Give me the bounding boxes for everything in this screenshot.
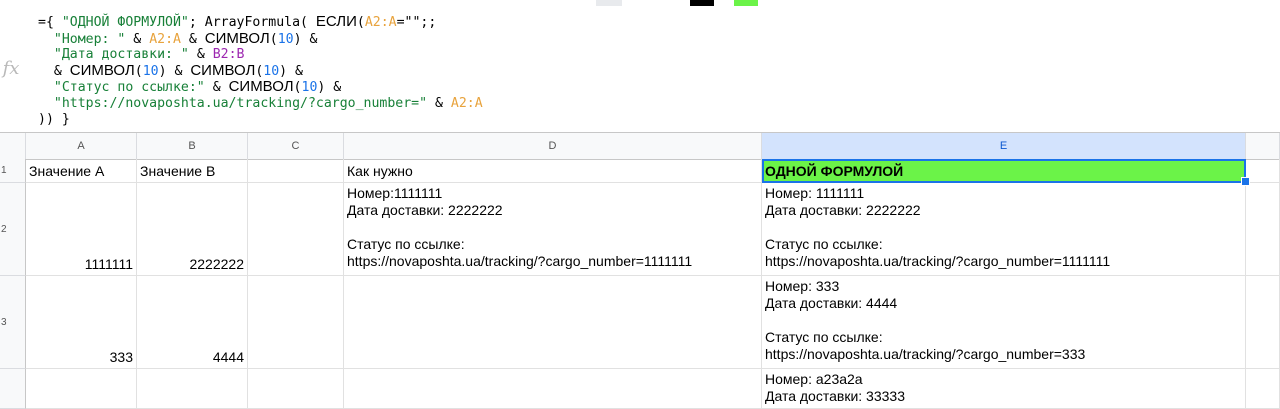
formula-token: & xyxy=(180,31,205,47)
cell-c1[interactable] xyxy=(248,159,344,183)
formula-token: ; ArrayFormula( xyxy=(188,15,316,30)
cell-b2[interactable]: 2222222 xyxy=(137,183,248,276)
row-header-1[interactable]: 1 xyxy=(0,159,26,183)
cell-text: Номер: a23a2a Дата доставки: 33333 xyxy=(765,371,905,404)
column-header-b[interactable]: B xyxy=(137,133,248,159)
formula-editor[interactable]: ={ "ОДНОЙ ФОРМУЛОЙ"; ArrayFormula( ЕСЛИ(… xyxy=(38,14,483,127)
cell-f1[interactable] xyxy=(1246,159,1280,183)
cell-text: 1111111 xyxy=(84,256,133,272)
cell-text: Значение A xyxy=(29,163,105,179)
formula-token: ( xyxy=(356,15,365,30)
formula-token: 10 xyxy=(263,63,280,79)
formula-token: ( xyxy=(134,63,143,79)
cell-text: Номер: 1111111 Дата доставки: 2222222 Ст… xyxy=(765,185,1111,269)
formula-token: & xyxy=(125,31,150,47)
column-header-c[interactable]: C xyxy=(248,133,344,159)
fill-handle[interactable] xyxy=(1241,177,1250,186)
cell-d3[interactable] xyxy=(344,276,762,369)
cell-text: Номер: 333 Дата доставки: 4444 Статус по… xyxy=(765,278,1086,362)
formula-token: СИМВОЛ xyxy=(190,61,256,79)
formula-token: A2:A xyxy=(149,31,181,47)
cell-text: 4444 xyxy=(212,349,244,365)
select-all-corner[interactable] xyxy=(0,133,26,159)
formula-token: ) & xyxy=(293,31,318,47)
formula-token xyxy=(38,32,54,47)
formula-token: ={ xyxy=(38,15,62,30)
cell-text: Как нужно xyxy=(347,163,413,179)
formula-token xyxy=(38,47,54,62)
cell-f3[interactable] xyxy=(1246,276,1280,369)
formula-token: )) } xyxy=(38,111,70,127)
cell-e3[interactable]: Номер: 333 Дата доставки: 4444 Статус по… xyxy=(762,276,1246,369)
cell-b3[interactable]: 4444 xyxy=(137,276,248,369)
formula-token: СИМВОЛ xyxy=(228,78,294,96)
formula-token: A2:A xyxy=(364,15,397,30)
formula-token xyxy=(38,80,54,95)
cell-dnext[interactable] xyxy=(344,369,762,409)
cell-enext[interactable]: Номер: a23a2a Дата доставки: 33333 xyxy=(762,369,1246,409)
formula-token: & xyxy=(38,63,70,79)
formula-token: A2:A xyxy=(450,95,483,111)
formula-token: ( xyxy=(269,31,278,47)
formula-token: 10 xyxy=(301,80,318,96)
formula-token: ) & xyxy=(279,63,303,79)
cell-c2[interactable] xyxy=(248,183,344,276)
formula-token: B2:B xyxy=(212,47,245,63)
formula-token: & xyxy=(188,47,213,63)
cell-text: Номер:1111111 Дата доставки: 2222222 Ста… xyxy=(347,185,693,269)
cell-a1[interactable]: Значение A xyxy=(26,159,137,183)
formula-token: СИМВОЛ xyxy=(204,29,270,47)
row-header-2[interactable]: 2 xyxy=(0,183,26,276)
formula-token: СИМВОЛ xyxy=(69,61,135,79)
cell-a3[interactable]: 333 xyxy=(26,276,137,369)
cell-d1[interactable]: Как нужно xyxy=(344,159,762,183)
row-header-3[interactable]: 3 xyxy=(0,276,26,369)
row-header-next[interactable] xyxy=(0,369,26,409)
formula-token: ( xyxy=(293,80,302,96)
cell-text: Значение B xyxy=(140,163,216,179)
column-header-e[interactable]: E xyxy=(762,133,1246,159)
formula-token: ) & xyxy=(317,80,342,96)
column-header-f[interactable] xyxy=(1246,133,1280,159)
cell-bnext[interactable] xyxy=(137,369,248,409)
formula-token: "https://novaposhta.ua/tracking/?cargo_n… xyxy=(53,95,428,111)
formula-token: "Статус по ссылке:" xyxy=(53,80,205,96)
column-header-d[interactable]: D xyxy=(344,133,762,159)
cell-text: 2222222 xyxy=(189,256,244,272)
column-header-bar: ABCDE xyxy=(0,133,1280,160)
formula-token: "Дата доставки: " xyxy=(53,47,189,63)
formula-token: "ОДНОЙ ФОРМУЛОЙ" xyxy=(61,15,189,30)
cell-b1[interactable]: Значение B xyxy=(137,159,248,183)
fx-icon: fx xyxy=(2,58,20,79)
formula-token: 10 xyxy=(142,63,159,79)
formula-token xyxy=(38,96,54,111)
cell-a2[interactable]: 1111111 xyxy=(26,183,137,276)
column-header-a[interactable]: A xyxy=(26,133,137,159)
cell-anext[interactable] xyxy=(26,369,137,409)
cell-d2[interactable]: Номер:1111111 Дата доставки: 2222222 Ста… xyxy=(344,183,762,276)
cell-fnext[interactable] xyxy=(1246,369,1280,409)
formula-token: ) & xyxy=(158,63,191,79)
formula-token: ="";; xyxy=(396,15,437,30)
formula-token: & xyxy=(427,95,451,111)
cell-cnext[interactable] xyxy=(248,369,344,409)
cell-text: ОДНОЙ ФОРМУЛОЙ xyxy=(765,163,904,179)
formula-token: & xyxy=(204,80,229,96)
formula-token: ЕСЛИ xyxy=(315,13,357,30)
cell-text: 333 xyxy=(109,349,133,365)
formula-token: 10 xyxy=(277,31,294,47)
cell-e1[interactable]: ОДНОЙ ФОРМУЛОЙ xyxy=(762,159,1246,183)
cell-e2[interactable]: Номер: 1111111 Дата доставки: 2222222 Ст… xyxy=(762,183,1246,276)
formula-token: "Номер: " xyxy=(53,31,126,47)
formula-bar: fx ={ "ОДНОЙ ФОРМУЛОЙ"; ArrayFormula( ЕС… xyxy=(0,6,1280,133)
cell-c3[interactable] xyxy=(248,276,344,369)
cell-f2[interactable] xyxy=(1246,183,1280,276)
